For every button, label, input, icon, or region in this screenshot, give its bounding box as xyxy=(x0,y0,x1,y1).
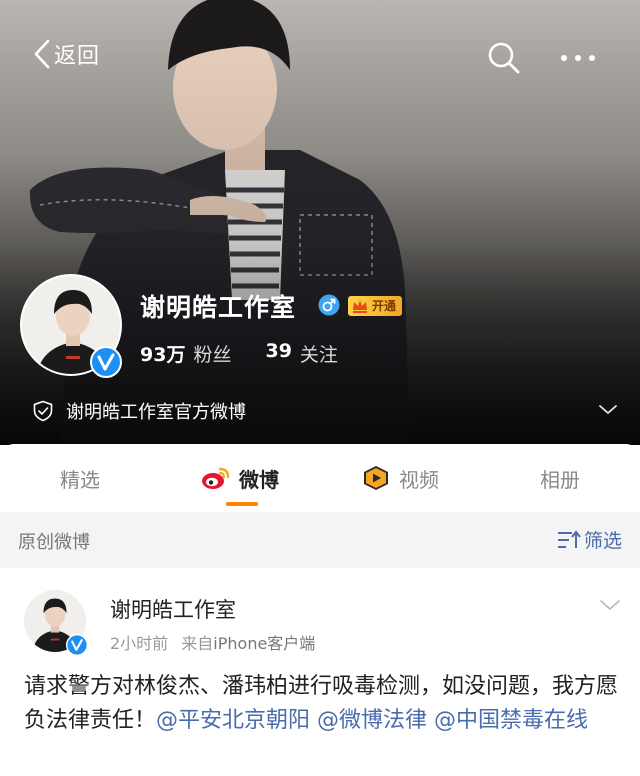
post-time: 2小时前 xyxy=(110,634,169,653)
following-count[interactable]: 39 xyxy=(265,340,291,367)
vip-badge[interactable]: 开通 xyxy=(348,296,403,316)
video-icon xyxy=(364,466,388,490)
profile-stats: 93万 粉丝 39 关注 xyxy=(140,340,338,367)
chevron-left-icon xyxy=(34,39,50,69)
post-meta: 2小时前 来自iPhone客户端 xyxy=(110,630,315,654)
back-button[interactable]: 返回 xyxy=(32,38,100,70)
tab-label: 微博 xyxy=(239,467,279,492)
original-posts-label[interactable]: 原创微博 xyxy=(18,528,90,554)
active-tab-indicator xyxy=(226,502,258,506)
shield-icon xyxy=(33,400,53,422)
filter-icon xyxy=(558,529,581,548)
filter-label: 筛选 xyxy=(584,530,623,552)
followers-count[interactable]: 93万 xyxy=(140,340,185,367)
post-text: 请求警方对林俊杰、潘玮柏进行吸毒检测，如没问题，我方愿负法律责任！@平安北京朝阳… xyxy=(24,670,624,738)
chevron-down-icon[interactable] xyxy=(598,596,622,614)
tab-weibo[interactable]: 微博 xyxy=(160,444,320,512)
filter-bar: 原创微博 筛选 xyxy=(0,512,640,568)
weibo-post: 谢明皓工作室 2小时前 来自iPhone客户端 请求警方对林俊杰、潘玮柏进行吸毒… xyxy=(0,568,640,776)
profile-name: 谢明皓工作室 xyxy=(140,293,297,322)
tab-featured[interactable]: 精选 xyxy=(0,444,160,512)
male-icon xyxy=(318,294,340,316)
official-label: 谢明皓工作室官方微博 xyxy=(66,402,246,423)
profile-tabs: 精选 微博 视频 相册 xyxy=(0,444,640,512)
tab-album[interactable]: 相册 xyxy=(480,444,640,512)
official-info[interactable]: 谢明皓工作室官方微博 xyxy=(32,398,246,424)
tab-label: 相册 xyxy=(540,467,580,492)
post-source-prefix: 来自 xyxy=(181,634,214,653)
post-author[interactable]: 谢明皓工作室 xyxy=(110,594,236,624)
weibo-icon xyxy=(202,467,230,489)
tab-label: 精选 xyxy=(60,467,100,492)
back-label: 返回 xyxy=(54,44,101,69)
tab-video[interactable]: 视频 xyxy=(320,444,480,512)
search-icon[interactable] xyxy=(486,40,522,76)
vip-label: 开通 xyxy=(372,299,397,313)
mention-link[interactable]: @中国禁毒在线 xyxy=(434,708,588,733)
chevron-down-icon[interactable] xyxy=(596,398,620,420)
post-source: iPhone客户端 xyxy=(213,634,316,653)
verified-badge-icon xyxy=(90,346,122,378)
following-label[interactable]: 关注 xyxy=(300,340,338,367)
mention-link[interactable]: @微博法律 xyxy=(317,708,427,733)
followers-label[interactable]: 粉丝 xyxy=(193,340,231,367)
filter-button[interactable]: 筛选 xyxy=(556,526,622,553)
crown-icon xyxy=(353,300,367,313)
tab-label: 视频 xyxy=(399,467,439,492)
more-icon[interactable] xyxy=(558,44,598,72)
mention-link[interactable]: @平安北京朝阳 xyxy=(156,708,310,733)
verified-badge-icon xyxy=(66,634,88,656)
profile-cover: 返回 谢明皓工作室 开通 93万 粉丝 39 关注 谢明皓工作室官方微博 xyxy=(0,0,640,445)
